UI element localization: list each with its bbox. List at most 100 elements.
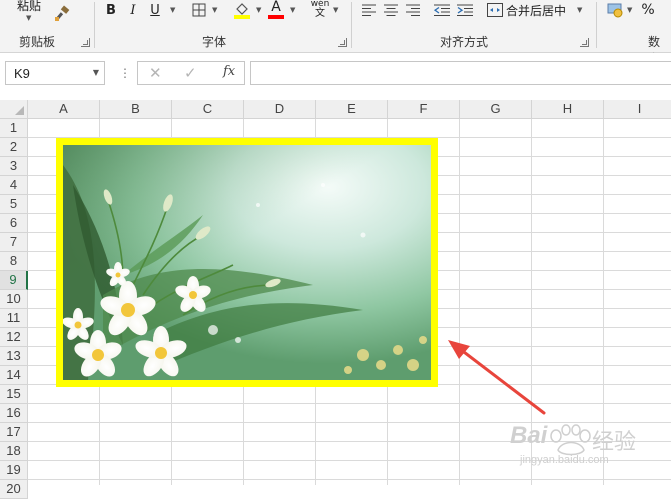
row-header-20[interactable]: 20	[0, 480, 28, 499]
formula-bar-grip[interactable]: ⋮	[119, 66, 131, 80]
row-header-9[interactable]: 9	[0, 271, 28, 290]
phonetic-button[interactable]: wén 文	[309, 0, 331, 20]
underline-button[interactable]: U	[146, 1, 164, 19]
align-right-icon	[406, 4, 420, 16]
fill-bucket-icon	[234, 3, 250, 19]
insert-function-button[interactable]: fx	[223, 64, 235, 79]
row-header-17[interactable]: 17	[0, 423, 28, 442]
borders-icon	[192, 3, 206, 17]
column-header-e[interactable]: E	[316, 100, 388, 119]
paste-button[interactable]: 粘贴	[14, 0, 44, 13]
row-header-1[interactable]: 1	[0, 119, 28, 138]
align-left-icon	[362, 4, 376, 16]
flower-picture[interactable]	[56, 138, 438, 387]
font-color-bar	[268, 14, 284, 19]
name-box[interactable]: K9 ▼	[5, 61, 105, 85]
column-header-c[interactable]: C	[172, 100, 244, 119]
row-header-18[interactable]: 18	[0, 442, 28, 461]
font-launcher-icon[interactable]	[338, 38, 347, 47]
row-header-3[interactable]: 3	[0, 157, 28, 176]
bold-button[interactable]: B	[102, 1, 120, 19]
row-header-2[interactable]: 2	[0, 138, 28, 157]
column-header-a[interactable]: A	[28, 100, 100, 119]
underline-label: U	[150, 2, 160, 18]
separator	[596, 2, 597, 48]
percent-style-button[interactable]: %	[639, 1, 657, 19]
enter-icon[interactable]: ✓	[184, 64, 197, 82]
row-header-13[interactable]: 13	[0, 347, 28, 366]
accounting-format-icon	[607, 3, 623, 18]
column-header-b[interactable]: B	[100, 100, 172, 119]
format-painter-button[interactable]	[52, 4, 72, 24]
row-header-5[interactable]: 5	[0, 195, 28, 214]
accounting-dropdown-icon[interactable]: ▼	[627, 6, 632, 14]
row-header-19[interactable]: 19	[0, 461, 28, 480]
name-box-value: K9	[14, 66, 30, 81]
separator	[351, 2, 352, 48]
row-header-15[interactable]: 15	[0, 385, 28, 404]
fill-color-dropdown-icon[interactable]: ▼	[256, 6, 261, 14]
watermark-url: jingyan.baidu.com	[520, 454, 609, 466]
merge-dropdown-icon[interactable]: ▼	[577, 6, 582, 14]
column-header-f[interactable]: F	[388, 100, 460, 119]
phonetic-dropdown-icon[interactable]: ▼	[333, 6, 338, 14]
increase-indent-button[interactable]	[456, 1, 474, 19]
row-header-4[interactable]: 4	[0, 176, 28, 195]
format-painter-icon	[55, 5, 70, 22]
merge-center-button[interactable]: 合并后居中	[487, 0, 573, 20]
paste-label: 粘贴	[16, 0, 41, 13]
separator	[94, 2, 95, 48]
select-all-icon	[15, 106, 24, 115]
select-all-button[interactable]	[0, 100, 28, 119]
font-color-glyph: A	[271, 0, 281, 15]
clipboard-launcher-icon[interactable]	[81, 38, 90, 47]
bold-label: B	[106, 2, 116, 18]
font-color-dropdown-icon[interactable]: ▼	[290, 6, 295, 14]
column-header-g[interactable]: G	[460, 100, 532, 119]
merge-center-label: 合并后居中	[506, 3, 567, 18]
red-arrow-icon	[448, 340, 546, 415]
borders-button[interactable]	[190, 1, 208, 19]
align-left-button[interactable]	[360, 1, 378, 19]
phonetic-bottom: 文	[315, 8, 325, 19]
alignment-group-label: 对齐方式	[440, 35, 489, 49]
merge-center-icon	[487, 3, 503, 17]
row-header-6[interactable]: 6	[0, 214, 28, 233]
row-header-8[interactable]: 8	[0, 252, 28, 271]
cancel-icon[interactable]: ✕	[149, 64, 162, 82]
column-header-h[interactable]: H	[532, 100, 604, 119]
name-box-dropdown-icon[interactable]: ▼	[93, 68, 99, 77]
baidu-watermark: Bai 经验 jingyan.baidu.com	[506, 412, 666, 472]
formula-input[interactable]	[250, 61, 671, 85]
italic-button[interactable]: I	[124, 1, 142, 19]
align-right-button[interactable]	[404, 1, 422, 19]
column-header-d[interactable]: D	[244, 100, 316, 119]
clipboard-group-label: 剪贴板	[19, 35, 56, 49]
row-header-16[interactable]: 16	[0, 404, 28, 423]
row-header-11[interactable]: 11	[0, 309, 28, 328]
italic-label: I	[130, 2, 136, 18]
font-group-label: 字体	[202, 35, 227, 49]
flower-image	[63, 145, 431, 380]
underline-dropdown-icon[interactable]: ▼	[170, 6, 175, 14]
borders-dropdown-icon[interactable]: ▼	[212, 6, 217, 14]
row-header-10[interactable]: 10	[0, 290, 28, 309]
alignment-launcher-icon[interactable]	[580, 38, 589, 47]
align-center-icon	[384, 4, 398, 16]
font-color-button[interactable]: A	[266, 0, 286, 20]
paste-dropdown-icon[interactable]: ▼	[26, 14, 31, 22]
row-header-7[interactable]: 7	[0, 233, 28, 252]
decrease-indent-icon	[434, 4, 450, 16]
accounting-format-button[interactable]	[605, 0, 627, 20]
column-header-i[interactable]: I	[604, 100, 671, 119]
decrease-indent-button[interactable]	[433, 1, 451, 19]
watermark-brand: Bai	[510, 422, 548, 449]
row-header-12[interactable]: 12	[0, 328, 28, 347]
watermark-brand-cn: 经验	[592, 430, 637, 455]
fill-color-button[interactable]	[232, 0, 252, 20]
ribbon: 粘贴 ▼ 剪贴板 B I U ▼ ▼ ▼ A ▼ wén 文 ▼ 字体 合并后居…	[0, 0, 671, 66]
align-center-button[interactable]	[382, 1, 400, 19]
row-header-14[interactable]: 14	[0, 366, 28, 385]
percent-label: %	[641, 2, 655, 18]
increase-indent-icon	[457, 4, 473, 16]
